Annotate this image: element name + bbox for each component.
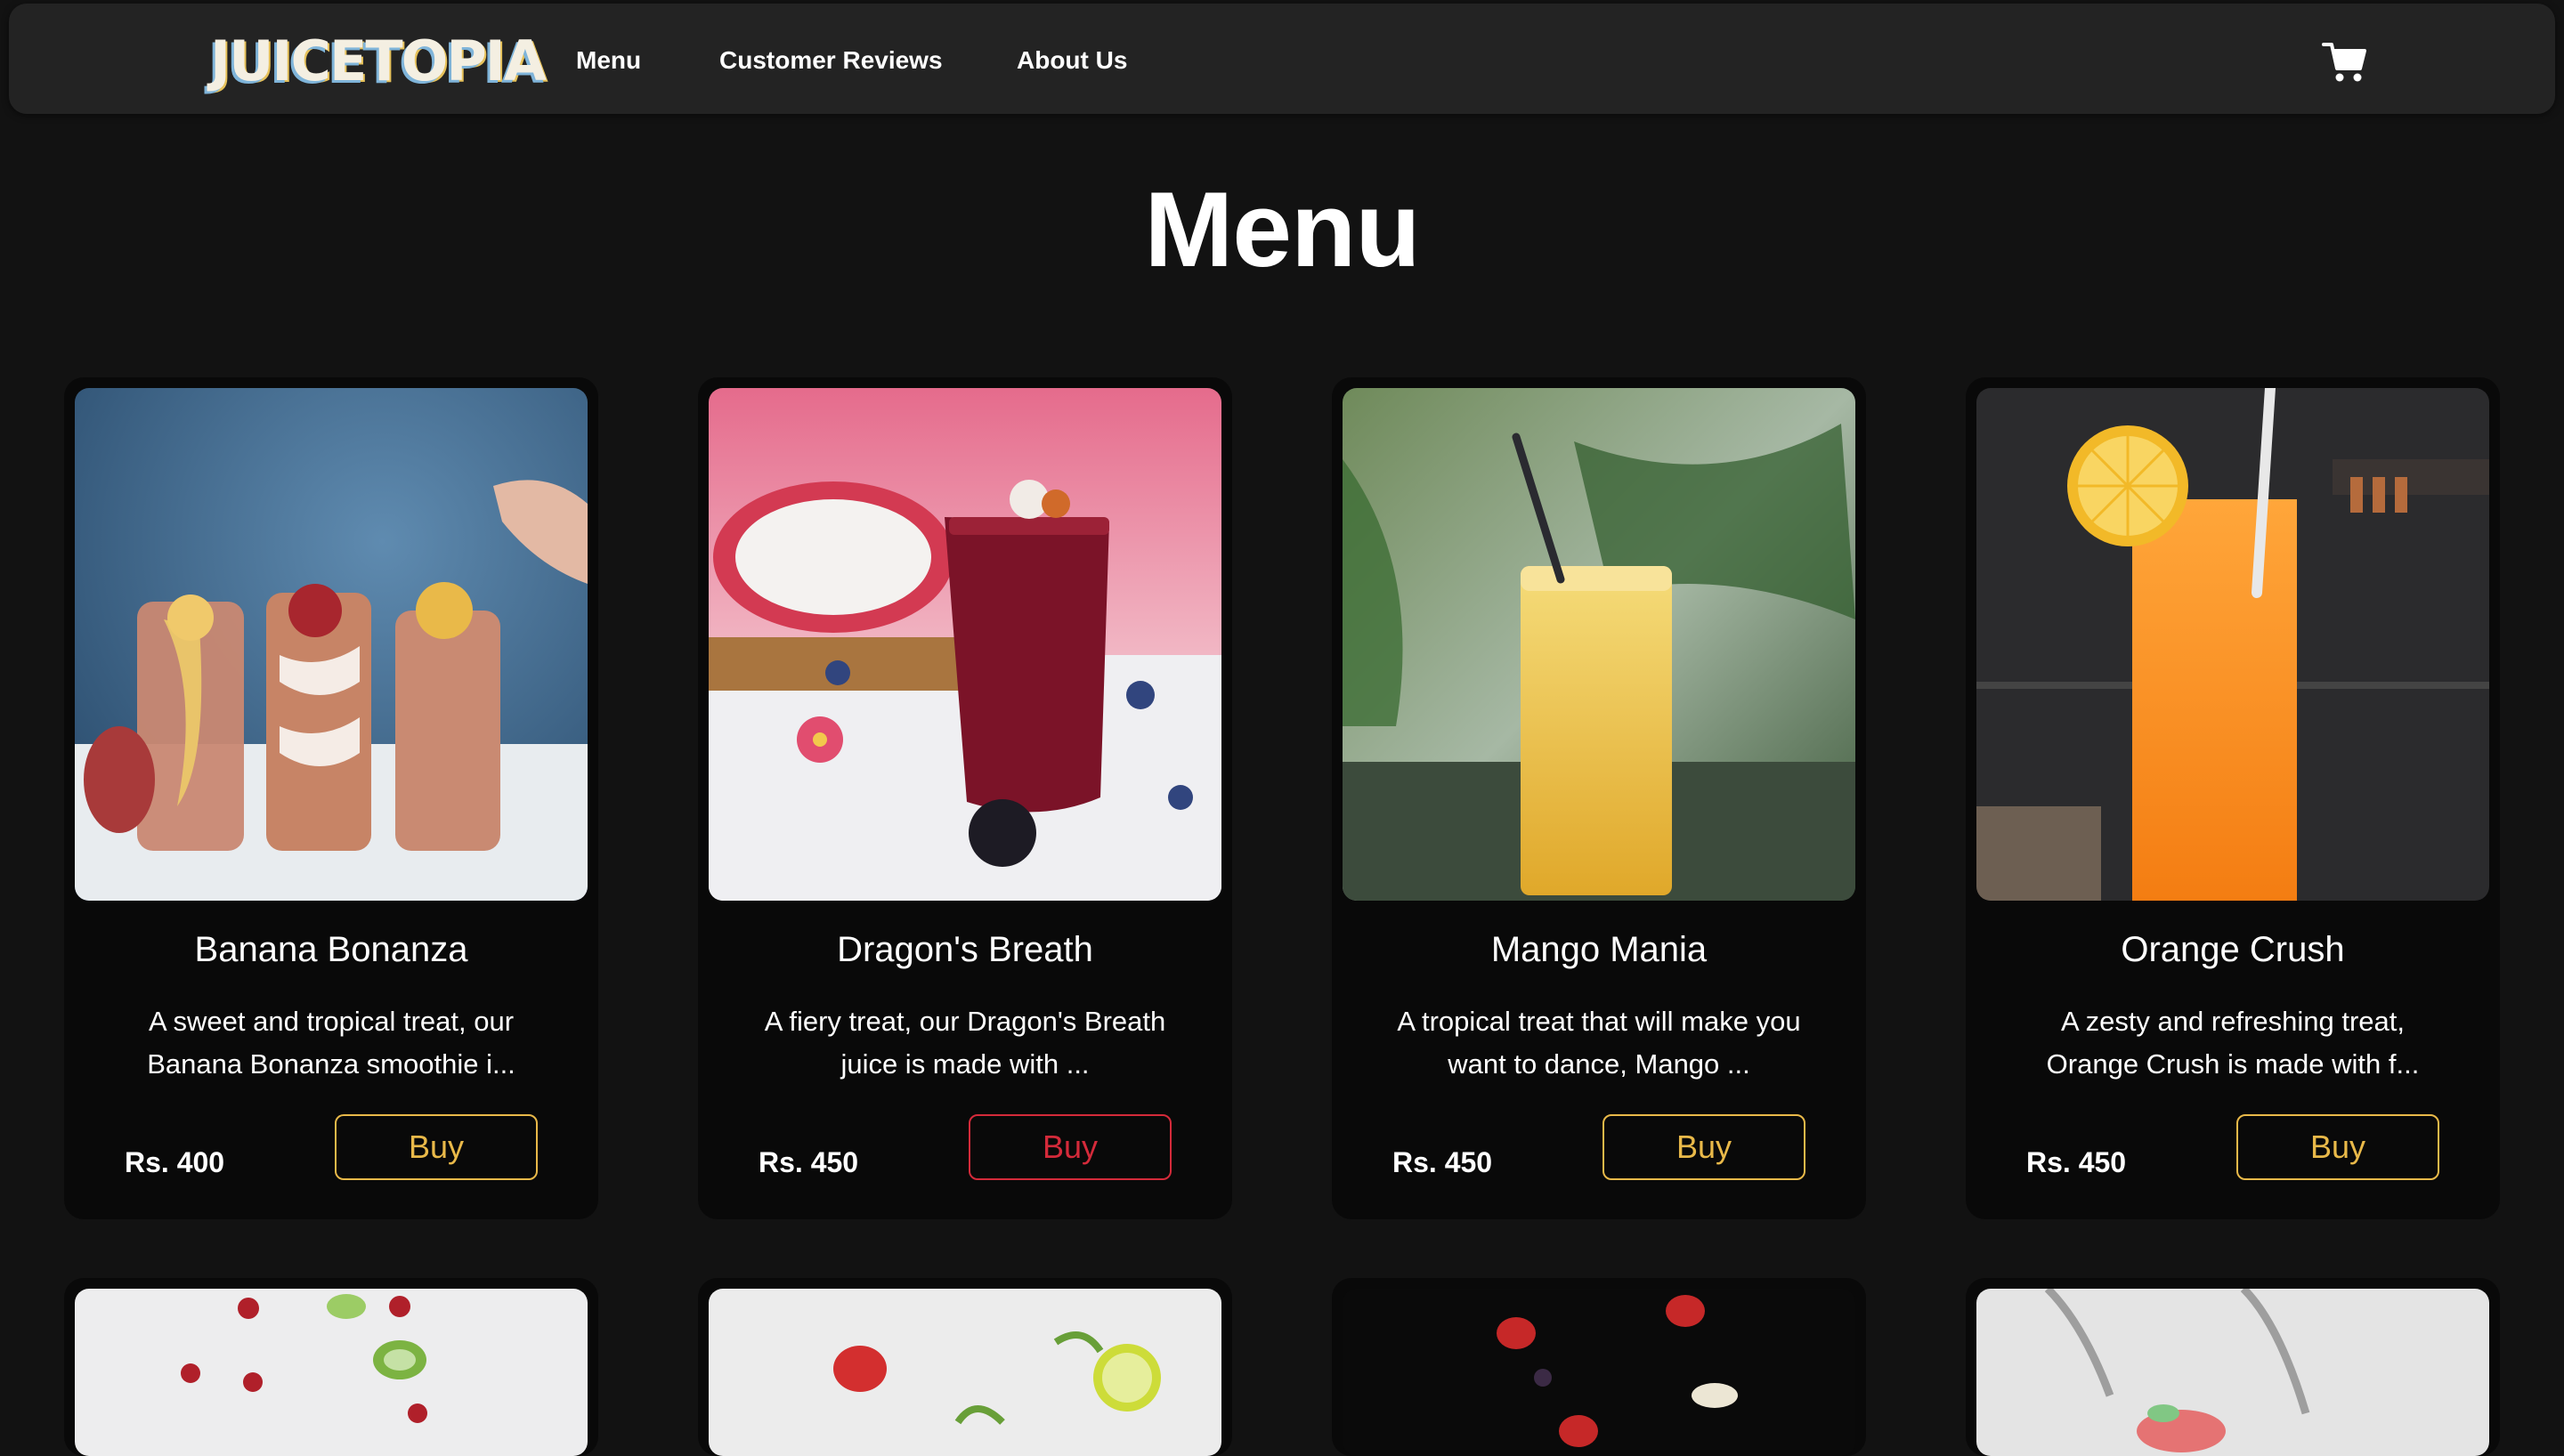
- product-name: Mango Mania: [1490, 930, 1708, 969]
- nav-link-menu[interactable]: Menu: [576, 43, 641, 78]
- logo[interactable]: JUICETOPIA: [210, 30, 547, 93]
- product-name: Banana Bonanza: [194, 930, 468, 969]
- product-image: [75, 388, 588, 901]
- product-card: Orange Crush A zesty and refreshing trea…: [1966, 377, 2500, 1219]
- product-card: [64, 1278, 598, 1456]
- product-image: [709, 1289, 1221, 1456]
- buy-button[interactable]: Buy: [969, 1114, 1172, 1180]
- shopping-cart-icon[interactable]: [2322, 39, 2368, 85]
- product-image: [1976, 1289, 2489, 1456]
- product-image: [75, 1289, 588, 1456]
- product-name: Dragon's Breath: [837, 930, 1093, 969]
- product-price: Rs. 450: [1392, 1146, 1493, 1178]
- product-image: [1343, 1289, 1855, 1456]
- navbar: JUICETOPIA Menu Customer Reviews About U…: [9, 4, 2555, 114]
- buy-button[interactable]: Buy: [1602, 1114, 1805, 1180]
- product-image: [709, 388, 1221, 901]
- product-description: A sweet and tropical treat, our Banana B…: [147, 1006, 515, 1080]
- product-image: [1976, 388, 2489, 901]
- page-title: Menu: [1144, 170, 1420, 289]
- product-price: Rs. 450: [2026, 1146, 2127, 1178]
- product-description: A tropical treat that will make you want…: [1397, 1006, 1801, 1080]
- buy-button[interactable]: Buy: [2236, 1114, 2439, 1180]
- product-card: Mango Mania A tropical treat that will m…: [1332, 377, 1866, 1219]
- nav-link-about-us[interactable]: About Us: [1017, 43, 1127, 78]
- product-card: [1966, 1278, 2500, 1456]
- product-card: Banana Bonanza A sweet and tropical trea…: [64, 377, 598, 1219]
- product-card: Dragon's Breath A fiery treat, our Drago…: [698, 377, 1232, 1219]
- buy-button[interactable]: Buy: [335, 1114, 538, 1180]
- product-card: [1332, 1278, 1866, 1456]
- product-description: A zesty and refreshing treat, Orange Cru…: [2046, 1006, 2420, 1080]
- nav-link-customer-reviews[interactable]: Customer Reviews: [719, 43, 943, 78]
- product-image: [1343, 388, 1855, 901]
- product-name: Orange Crush: [2121, 930, 2345, 969]
- product-description: A fiery treat, our Dragon's Breath juice…: [764, 1006, 1166, 1080]
- product-card: [698, 1278, 1232, 1456]
- product-price: Rs. 400: [125, 1146, 225, 1178]
- product-price: Rs. 450: [759, 1146, 859, 1178]
